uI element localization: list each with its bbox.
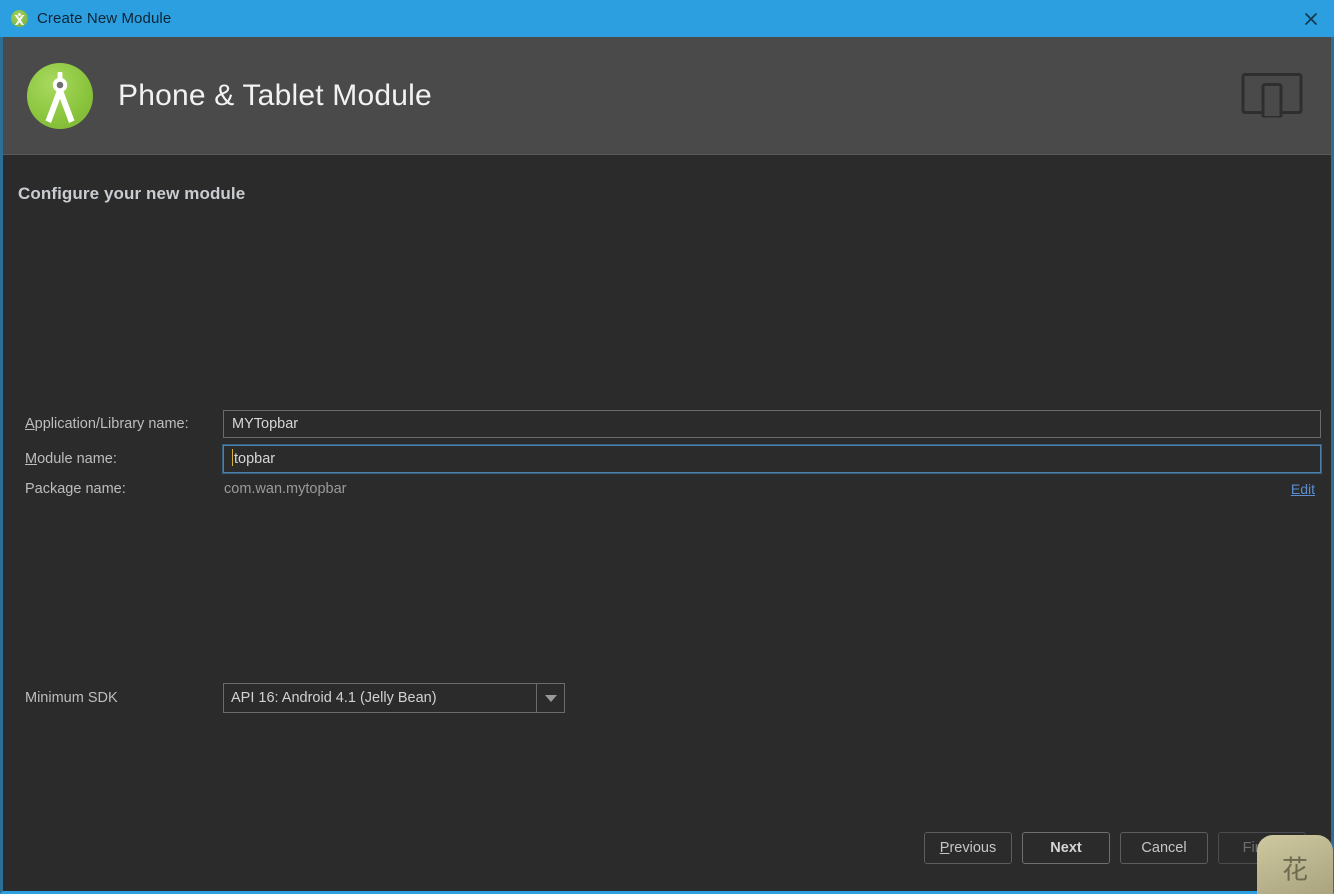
android-studio-logo — [24, 60, 96, 132]
minimum-sdk-select[interactable]: API 16: Android 4.1 (Jelly Bean) — [223, 683, 565, 713]
page-title: Configure your new module — [18, 184, 246, 203]
minimum-sdk-value: API 16: Android 4.1 (Jelly Bean) — [231, 690, 437, 706]
previous-button-label: revious — [949, 840, 997, 856]
module-name-row: Module name: topbar — [3, 445, 1331, 473]
package-name-edit-link[interactable]: Edit — [1291, 475, 1315, 503]
module-name-input[interactable]: topbar — [223, 445, 1321, 473]
module-name-label: Module name: — [25, 445, 117, 473]
overlay-glyph: 花 — [1281, 855, 1309, 886]
next-button[interactable]: Next — [1022, 832, 1110, 864]
module-name-label-text: odule name: — [37, 451, 117, 467]
package-name-label: Package name: — [25, 481, 126, 497]
minimum-sdk-label: Minimum SDK — [25, 690, 118, 706]
titlebar-content: Create New Module — [0, 10, 171, 27]
dialog-footer: Previous Next Cancel Finish — [3, 827, 1331, 891]
window-titlebar: Create New Module — [0, 0, 1334, 37]
text-caret — [232, 449, 233, 466]
button-bar: Previous Next Cancel Finish — [924, 832, 1306, 864]
cancel-button[interactable]: Cancel — [1120, 832, 1208, 864]
app-name-label-text: pplication/Library name: — [34, 416, 189, 432]
app-name-mnemonic: A — [25, 416, 35, 432]
app-name-row: Application/Library name: MYTopbar — [3, 410, 1331, 438]
tablet-phone-outline-icon — [1241, 69, 1303, 122]
create-new-module-window: Create New Module Phone & Tablet Module … — [0, 0, 1334, 894]
package-name-row: Package name: com.wan.mytopbar Edit — [3, 475, 1331, 503]
chevron-down-icon[interactable] — [536, 684, 564, 712]
app-name-label: Application/Library name: — [25, 410, 189, 438]
android-studio-icon — [11, 10, 28, 27]
dialog-banner: Phone & Tablet Module — [3, 37, 1331, 155]
minimum-sdk-row: Minimum SDK API 16: Android 4.1 (Jelly B… — [3, 683, 1331, 713]
module-name-mnemonic: M — [25, 451, 38, 467]
corner-overlay-widget[interactable]: 花 — [1257, 835, 1333, 894]
previous-button[interactable]: Previous — [924, 832, 1012, 864]
dialog-content: Configure your new module Application/Li… — [3, 155, 1333, 894]
package-name-value: com.wan.mytopbar — [224, 481, 347, 497]
module-name-value: topbar — [234, 451, 276, 467]
window-title: Create New Module — [37, 10, 172, 27]
previous-button-mnemonic: P — [939, 840, 950, 856]
banner-title: Phone & Tablet Module — [118, 78, 432, 112]
app-name-input[interactable]: MYTopbar — [223, 410, 1321, 438]
close-icon[interactable] — [1288, 0, 1334, 37]
dialog-body: Phone & Tablet Module Configure your new… — [0, 37, 1334, 894]
